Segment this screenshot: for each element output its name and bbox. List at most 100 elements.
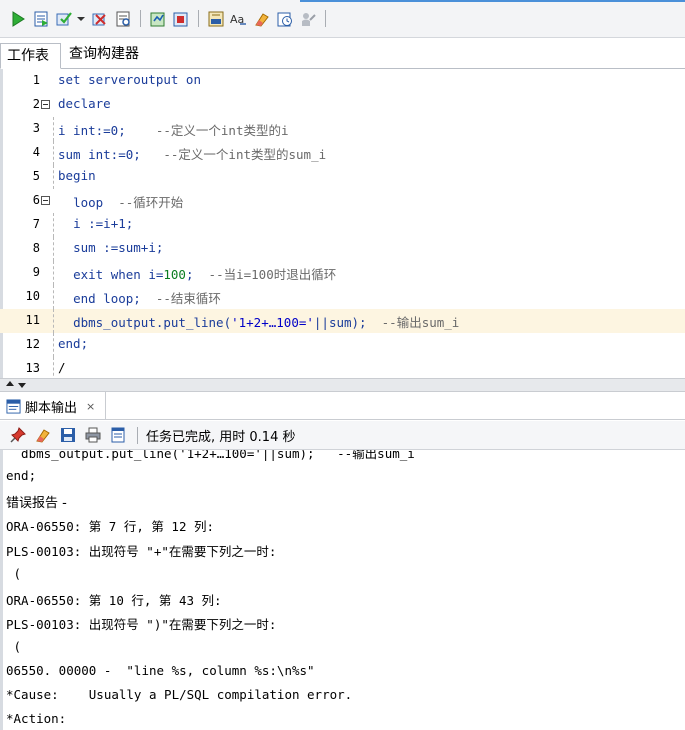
output-line: dbms_output.put_line('1+2+…100='||sum); …	[6, 450, 415, 461]
open-output-button[interactable]	[108, 426, 127, 445]
line-number: 3	[32, 121, 40, 135]
code-comment: --定义一个int类型的sum_i	[163, 147, 327, 162]
clear-output-button[interactable]	[33, 426, 52, 445]
tune-icon	[301, 12, 316, 26]
output-line: ORA-06550: 第 7 行, 第 12 列:	[6, 519, 215, 534]
code-comment: --循环开始	[118, 195, 184, 210]
tab-query-builder[interactable]: 查询构建器	[61, 42, 150, 68]
line-number: 5	[32, 169, 40, 183]
editor-tabbar: 工作表 查询构建器	[0, 43, 685, 69]
commit-dropdown-caret[interactable]	[77, 9, 85, 28]
code-line-current[interactable]: 11 dbms_output.put_line('1+2+…100='||sum…	[0, 309, 685, 333]
change-case-icon: Aa	[230, 13, 246, 26]
clear-button[interactable]	[252, 9, 271, 28]
indent-guide	[53, 141, 54, 165]
code-line[interactable]: 12 end;	[0, 333, 685, 357]
code-text: begin	[58, 168, 96, 183]
code-line[interactable]: 9 exit when i=100; --当i=100时退出循环	[0, 261, 685, 285]
output-line: PLS-00103: 出现符号 "+"在需要下列之一时:	[6, 544, 277, 559]
indent-guide	[53, 237, 54, 261]
line-number: 8	[32, 241, 40, 255]
code-segment: i int:=0;	[58, 123, 126, 138]
indent-guide	[53, 309, 54, 333]
code-line[interactable]: 10 end loop; --结束循环	[0, 285, 685, 309]
output-tab-label: 脚本输出	[25, 400, 78, 416]
code-text: end;	[58, 336, 89, 351]
code-line[interactable]: 3 i int:=0; --定义一个int类型的i	[0, 117, 685, 141]
eraser-icon	[35, 429, 50, 443]
save-output-button[interactable]	[58, 426, 77, 445]
tab-script-output[interactable]: 脚本输出 ×	[0, 392, 107, 420]
run-statement-button[interactable]	[8, 9, 27, 28]
fold-toggle-icon[interactable]	[41, 196, 50, 205]
document-icon	[111, 427, 124, 443]
code-line[interactable]: 4 sum int:=0; --定义一个int类型的sum_i	[0, 141, 685, 165]
output-line: *Cause: Usually a PL/SQL compilation err…	[6, 687, 353, 702]
tune-button[interactable]	[298, 9, 317, 28]
code-segment: end loop;	[73, 291, 141, 306]
code-segment: exit when i=	[73, 267, 164, 282]
print-output-button[interactable]	[83, 426, 102, 445]
output-line: (	[6, 566, 22, 581]
tab-worksheet[interactable]: 工作表	[0, 43, 61, 69]
sql-tuning-button[interactable]	[171, 9, 190, 28]
pin-icon	[9, 427, 26, 443]
indent-guide	[53, 333, 54, 357]
line-number: 1	[32, 73, 40, 87]
code-line[interactable]: 1 set serveroutput on	[0, 69, 685, 93]
line-number: 6	[32, 193, 40, 207]
code-comment: --当i=100时退出循环	[208, 267, 337, 282]
splitter-up-arrow-icon[interactable]	[6, 381, 14, 386]
script-output-icon	[6, 398, 21, 414]
explain-plan-button[interactable]	[148, 9, 167, 28]
autotrace-button[interactable]	[113, 9, 132, 28]
code-text: loop --循环开始	[58, 192, 183, 211]
code-text: sum :=sum+i;	[58, 240, 163, 255]
commit-button[interactable]	[54, 9, 73, 28]
code-line[interactable]: 2 declare	[0, 93, 685, 117]
panel-splitter[interactable]	[0, 378, 685, 392]
code-text: set serveroutput on	[58, 72, 201, 87]
code-segment: ||sum);	[313, 315, 367, 330]
fold-toggle-icon[interactable]	[41, 100, 50, 109]
output-gutter-border	[0, 450, 3, 730]
run-script-button[interactable]	[31, 9, 50, 28]
output-line: *Action:	[6, 711, 67, 726]
line-number: 10	[25, 289, 40, 303]
code-comment: --结束循环	[155, 291, 221, 306]
code-line[interactable]: 6 loop --循环开始	[0, 189, 685, 213]
eraser-icon	[254, 12, 269, 27]
toolbar-separator	[137, 426, 138, 444]
sql-tuning-icon	[173, 12, 187, 26]
code-text: declare	[58, 96, 111, 111]
script-output-text[interactable]: dbms_output.put_line('1+2+…100='||sum); …	[0, 450, 685, 730]
code-line[interactable]: 7 i :=i+1;	[0, 213, 685, 237]
close-icon[interactable]: ×	[86, 400, 95, 413]
line-number: 7	[32, 217, 40, 231]
rollback-icon	[92, 13, 106, 25]
line-number: 4	[32, 145, 40, 159]
history-button[interactable]	[275, 9, 294, 28]
code-text: end loop; --结束循环	[58, 288, 221, 307]
code-line[interactable]: 8 sum :=sum+i;	[0, 237, 685, 261]
code-segment: dbms_output.put_line(	[73, 315, 232, 330]
code-line[interactable]: 5 begin	[0, 165, 685, 189]
line-number: 12	[25, 337, 40, 351]
main-toolbar: Aa	[0, 0, 685, 38]
code-editor[interactable]: 1 set serveroutput on 2 declare 3 i int:…	[0, 69, 685, 381]
code-text: dbms_output.put_line('1+2+…100='||sum); …	[58, 312, 459, 331]
toolbar-accent-line	[300, 0, 685, 2]
output-line: 06550. 00000 - "line %s, column %s:\n%s"	[6, 663, 315, 678]
output-toolbar: 任务已完成, 用时 0.14 秒	[0, 421, 685, 450]
pin-button[interactable]	[8, 426, 27, 445]
commit-icon	[56, 11, 72, 25]
splitter-down-arrow-icon[interactable]	[18, 383, 26, 388]
format-button[interactable]	[206, 9, 225, 28]
aa-case-button[interactable]: Aa	[229, 9, 248, 28]
format-icon	[208, 11, 223, 26]
explain-plan-icon	[150, 12, 164, 26]
code-text: sum int:=0; --定义一个int类型的sum_i	[58, 144, 326, 163]
rollback-button[interactable]	[90, 9, 109, 28]
toolbar-separator	[140, 10, 141, 27]
output-line: end;	[6, 468, 37, 483]
